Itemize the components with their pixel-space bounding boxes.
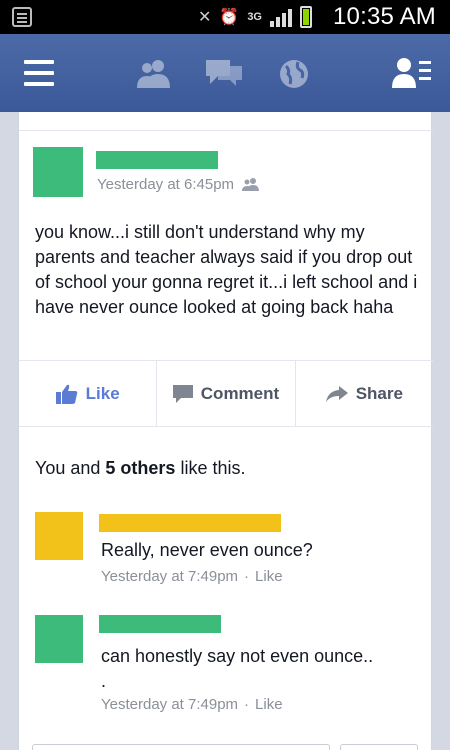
thumbs-up-icon bbox=[55, 384, 77, 404]
divider bbox=[19, 130, 433, 131]
comment-like-link[interactable]: Like bbox=[255, 568, 283, 585]
comment-author-name-redacted[interactable] bbox=[99, 514, 281, 532]
friends-list-icon[interactable] bbox=[392, 56, 432, 88]
share-button-label: Share bbox=[355, 383, 403, 403]
post-text: you know...i still don't understand why … bbox=[35, 222, 418, 317]
post-comment-button[interactable] bbox=[340, 744, 418, 750]
status-time: 10:35 AM bbox=[332, 3, 436, 30]
comment-icon bbox=[172, 384, 193, 403]
share-arrow-icon bbox=[325, 385, 348, 402]
comment-timestamp: Yesterday at 7:49pm bbox=[101, 696, 239, 713]
comment-button-label: Comment bbox=[200, 383, 280, 403]
like-button-label: Like bbox=[85, 383, 120, 403]
comment-meta: Yesterday at 7:49pm · Like bbox=[101, 568, 283, 585]
post-card: Yesterday at 6:45pm you know...i still d… bbox=[18, 112, 433, 750]
notification-icon bbox=[12, 7, 32, 27]
post-timestamp[interactable]: Yesterday at 6:45pm bbox=[97, 176, 234, 193]
status-icons: ✕ ⏰ 3G bbox=[198, 5, 312, 29]
share-button[interactable]: Share bbox=[296, 361, 433, 426]
signal-icon bbox=[270, 7, 292, 27]
likes-summary[interactable]: You and 5 others like this. bbox=[35, 458, 245, 479]
messages-icon[interactable] bbox=[206, 58, 242, 88]
comment-like-link[interactable]: Like bbox=[255, 696, 283, 713]
comment-author-avatar-redacted[interactable] bbox=[35, 512, 83, 560]
post-author-name-redacted[interactable] bbox=[96, 151, 218, 169]
alarm-icon: ⏰ bbox=[219, 9, 240, 26]
network-type: 3G bbox=[247, 11, 262, 23]
comment-meta: Yesterday at 7:49pm · Like bbox=[101, 696, 283, 713]
comment-author-avatar-redacted[interactable] bbox=[35, 615, 83, 663]
top-navigation-bar bbox=[0, 34, 450, 112]
comment-text: can honestly say not even ounce.. . bbox=[101, 646, 374, 691]
notifications-globe-icon[interactable] bbox=[278, 58, 310, 90]
like-button[interactable]: Like bbox=[19, 361, 158, 426]
comment-timestamp: Yesterday at 7:49pm bbox=[101, 568, 239, 585]
likes-count[interactable]: 5 others bbox=[105, 458, 175, 478]
status-bar: ✕ ⏰ 3G 10:35 AM bbox=[0, 0, 450, 34]
post-actions: Like Comment Share bbox=[19, 360, 433, 427]
battery-icon bbox=[300, 6, 312, 28]
comment-button[interactable]: Comment bbox=[157, 361, 296, 426]
comment-input-field[interactable] bbox=[32, 744, 330, 750]
post-author-avatar-redacted[interactable] bbox=[33, 147, 83, 197]
comment-text: Really, never even ounce? bbox=[101, 540, 313, 560]
mute-icon: ✕ bbox=[197, 9, 212, 26]
menu-icon[interactable] bbox=[24, 60, 54, 86]
friend-requests-icon[interactable] bbox=[136, 58, 172, 88]
comment-author-name-redacted[interactable] bbox=[99, 615, 221, 633]
post-meta: Yesterday at 6:45pm bbox=[97, 176, 260, 193]
friends-audience-icon bbox=[242, 178, 260, 191]
